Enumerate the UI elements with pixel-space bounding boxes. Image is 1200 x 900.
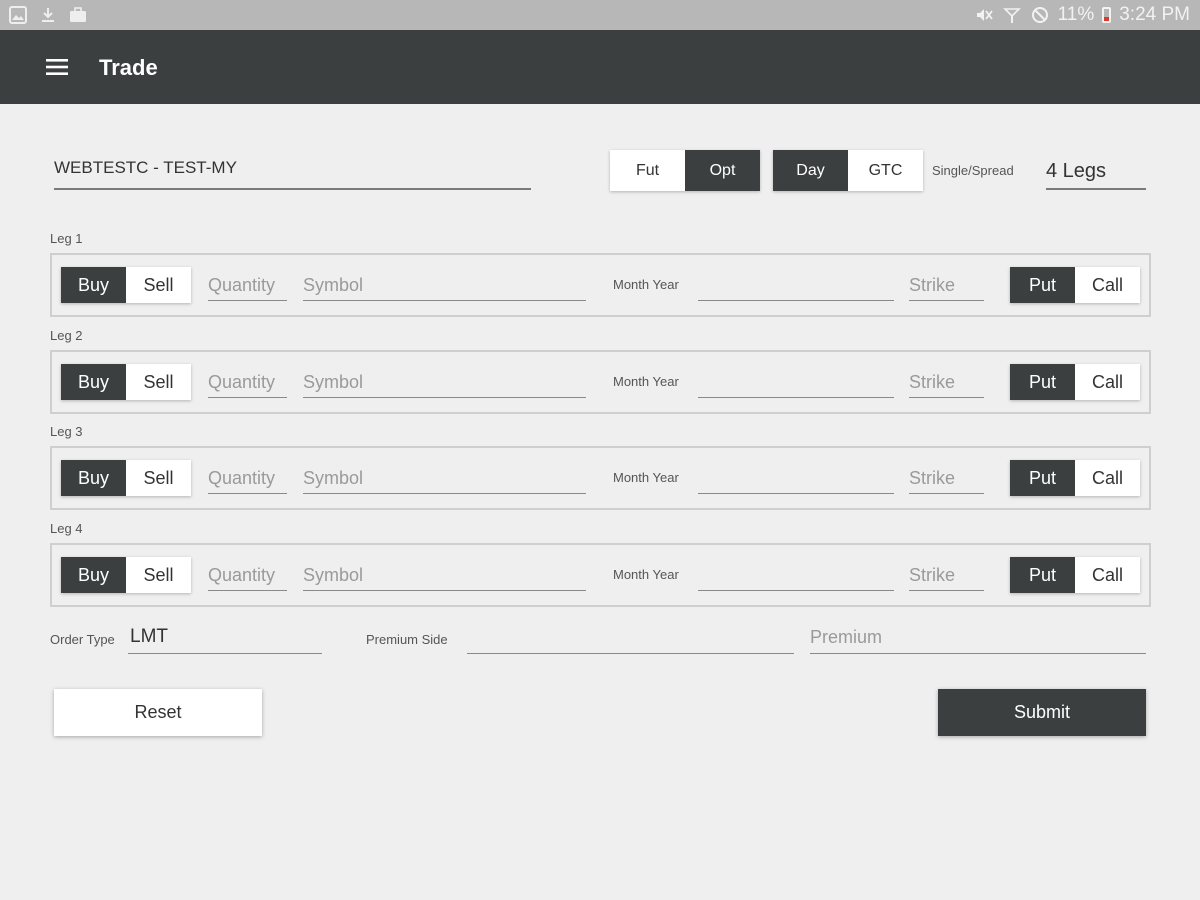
leg-4-symbol-input[interactable] (303, 561, 586, 589)
leg-1-symbol-field (303, 271, 586, 301)
leg-3-symbol-field (303, 464, 586, 494)
premium-input[interactable] (810, 622, 1146, 652)
leg-1-side-toggle: Buy Sell (61, 267, 191, 303)
leg-1-label: Leg 1 (50, 231, 83, 246)
reset-button[interactable]: Reset (54, 689, 262, 736)
status-bar: 11% 3:24 PM (0, 0, 1200, 30)
app-title: Trade (99, 55, 158, 80)
leg-1-call-button[interactable]: Call (1075, 267, 1140, 303)
leg-3-month-year-select[interactable] (698, 464, 894, 494)
leg-1-strike-field (909, 271, 984, 301)
leg-4-month-year-select[interactable] (698, 561, 894, 591)
leg-1-put-button[interactable]: Put (1010, 267, 1075, 303)
premium-side-label: Premium Side (366, 632, 448, 647)
menu-button[interactable] (40, 50, 74, 84)
leg-2-strike-input[interactable] (909, 368, 984, 396)
leg-3-label: Leg 3 (50, 424, 83, 439)
account-field[interactable]: WEBTESTC - TEST-MY (54, 150, 531, 190)
legs-select-value: 4 Legs (1046, 160, 1107, 182)
product-toggle: Fut Opt (610, 150, 760, 191)
leg-2-side-toggle: Buy Sell (61, 364, 191, 400)
leg-1-month-year-select[interactable] (698, 271, 894, 301)
signal-icon (1002, 8, 1021, 23)
legs-select[interactable]: 4 Legs (1046, 152, 1146, 190)
leg-1-quantity-input[interactable] (208, 271, 287, 299)
order-type-label: Order Type (50, 632, 115, 647)
briefcase-icon (70, 7, 86, 22)
leg-3-quantity-input[interactable] (208, 464, 287, 492)
leg-3-sell-button[interactable]: Sell (126, 460, 191, 496)
leg-3-month-year-label: Month Year (613, 470, 679, 485)
leg-1-sell-button[interactable]: Sell (126, 267, 191, 303)
leg-1-month-year-label: Month Year (613, 277, 679, 292)
leg-4-quantity-field (208, 561, 287, 591)
do-not-disturb-icon (1031, 7, 1048, 23)
hamburger-menu-icon (46, 59, 68, 75)
leg-4-call-button[interactable]: Call (1075, 557, 1140, 593)
order-type-value: LMT (130, 626, 168, 647)
leg-4-sell-button[interactable]: Sell (126, 557, 191, 593)
leg-3-strike-field (909, 464, 984, 494)
leg-4-side-toggle: Buy Sell (61, 557, 191, 593)
leg-2-label: Leg 2 (50, 328, 83, 343)
leg-3-side-toggle: Buy Sell (61, 460, 191, 496)
leg-1-row: Buy Sell Month Year Put Call (50, 253, 1151, 317)
leg-1-strike-input[interactable] (909, 271, 984, 299)
leg-2-month-year-label: Month Year (613, 374, 679, 389)
leg-2-row: Buy Sell Month Year Put Call (50, 350, 1151, 414)
leg-2-month-year-select[interactable] (698, 368, 894, 398)
leg-3-buy-button[interactable]: Buy (61, 460, 126, 496)
app-bar: Trade (0, 30, 1200, 104)
leg-3-strike-input[interactable] (909, 464, 984, 492)
toggle-opt[interactable]: Opt (685, 150, 760, 191)
leg-1-quantity-field (208, 271, 287, 301)
leg-4-strike-field (909, 561, 984, 591)
leg-3-quantity-field (208, 464, 287, 494)
leg-4-strike-input[interactable] (909, 561, 984, 589)
leg-4-label: Leg 4 (50, 521, 83, 536)
download-icon (42, 8, 54, 22)
leg-4-put-button[interactable]: Put (1010, 557, 1075, 593)
battery-icon (1102, 7, 1112, 23)
duration-toggle: Day GTC (773, 150, 923, 191)
leg-2-quantity-input[interactable] (208, 368, 287, 396)
leg-3-call-button[interactable]: Call (1075, 460, 1140, 496)
leg-2-type-toggle: Put Call (1010, 364, 1140, 400)
leg-2-buy-button[interactable]: Buy (61, 364, 126, 400)
leg-4-type-toggle: Put Call (1010, 557, 1140, 593)
leg-1-type-toggle: Put Call (1010, 267, 1140, 303)
leg-1-symbol-input[interactable] (303, 271, 586, 299)
leg-4-month-year-label: Month Year (613, 567, 679, 582)
premium-side-select[interactable] (467, 622, 794, 654)
leg-2-strike-field (909, 368, 984, 398)
leg-2-put-button[interactable]: Put (1010, 364, 1075, 400)
leg-2-sell-button[interactable]: Sell (126, 364, 191, 400)
leg-4-symbol-field (303, 561, 586, 591)
leg-4-buy-button[interactable]: Buy (61, 557, 126, 593)
leg-3-row: Buy Sell Month Year Put Call (50, 446, 1151, 510)
leg-4-row: Buy Sell Month Year Put Call (50, 543, 1151, 607)
leg-1-buy-button[interactable]: Buy (61, 267, 126, 303)
leg-3-type-toggle: Put Call (1010, 460, 1140, 496)
submit-button[interactable]: Submit (938, 689, 1146, 736)
leg-2-call-button[interactable]: Call (1075, 364, 1140, 400)
leg-4-quantity-input[interactable] (208, 561, 287, 589)
gallery-icon (9, 6, 27, 24)
mute-icon (976, 9, 993, 21)
single-spread-label: Single/Spread (932, 163, 1014, 178)
leg-2-symbol-field (303, 368, 586, 398)
status-time: 3:24 PM (1119, 4, 1190, 25)
account-value: WEBTESTC - TEST-MY (54, 158, 237, 177)
leg-3-symbol-input[interactable] (303, 464, 586, 492)
leg-3-put-button[interactable]: Put (1010, 460, 1075, 496)
battery-percent: 11% (1057, 4, 1095, 25)
toggle-day[interactable]: Day (773, 150, 848, 191)
order-type-select[interactable]: LMT (128, 622, 322, 654)
leg-2-quantity-field (208, 368, 287, 398)
toggle-fut[interactable]: Fut (610, 150, 685, 191)
premium-field (810, 622, 1146, 654)
toggle-gtc[interactable]: GTC (848, 150, 923, 191)
leg-2-symbol-input[interactable] (303, 368, 586, 396)
